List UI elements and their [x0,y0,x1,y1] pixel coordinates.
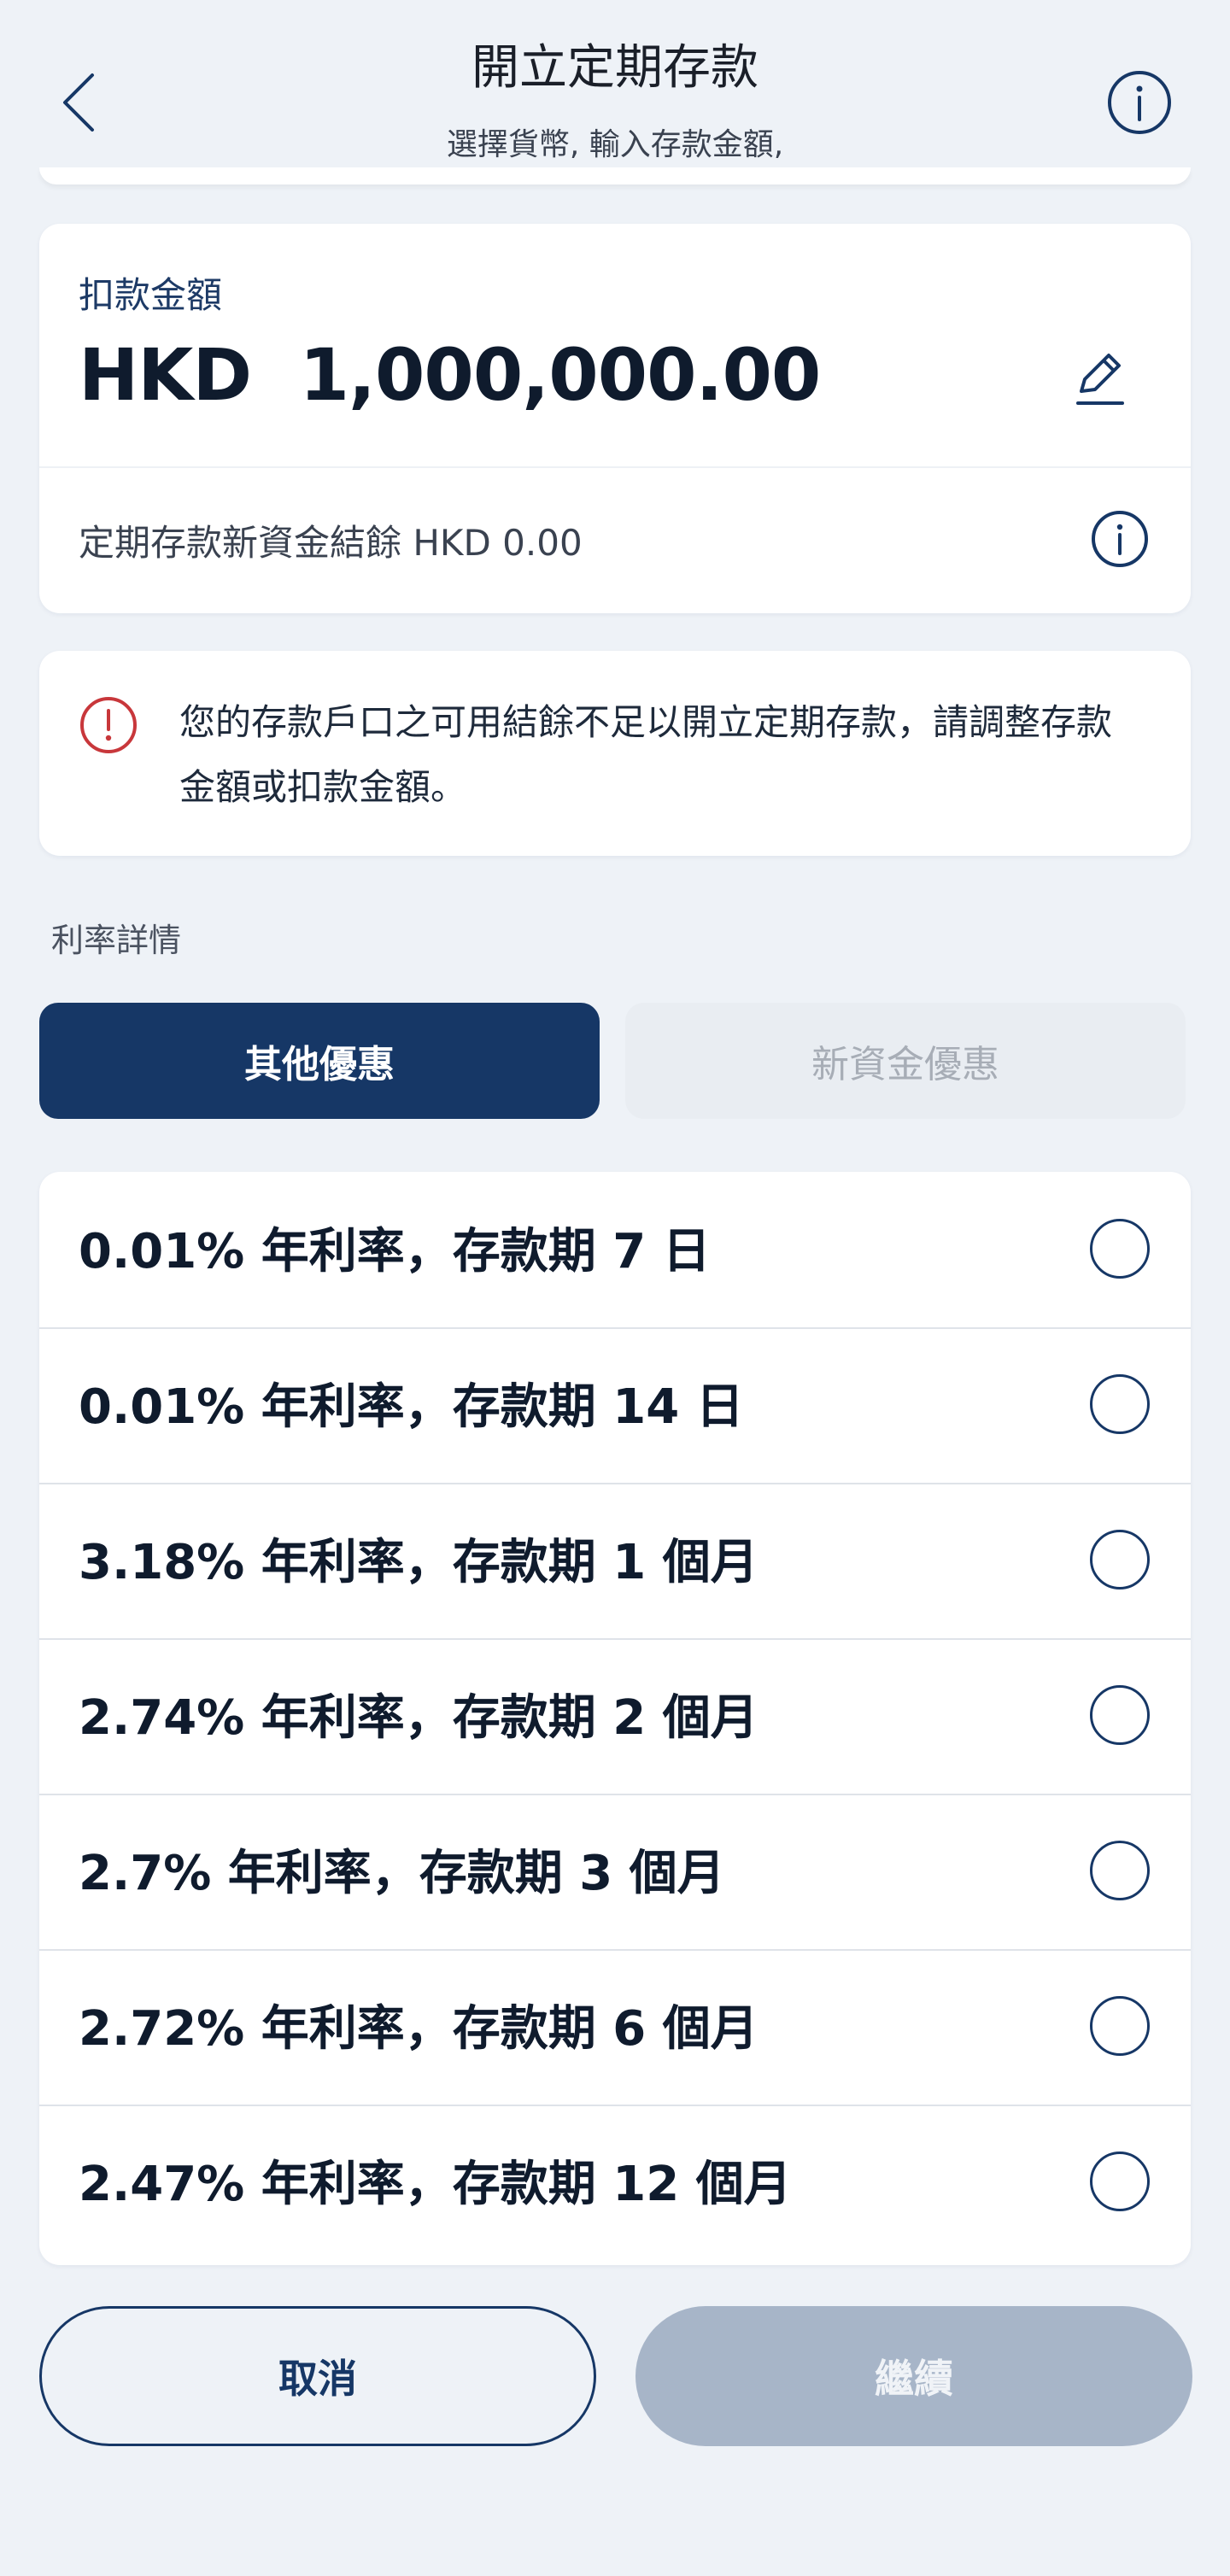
tab-other-offers[interactable]: 其他優惠 [39,1003,600,1119]
rate-option-label: 0.01% 年利率，存款期 7 日 [79,1224,711,1279]
page-subtitle: 選擇貨幣, 輸入存款金額, [446,127,784,162]
continue-button[interactable]: 繼續 [636,2306,1192,2446]
warning-circle-icon [79,695,138,755]
rate-option-label: 2.72% 年利率，存款期 6 個月 [79,2001,758,2057]
radio-button[interactable] [1090,1530,1150,1590]
rate-options-list: 0.01% 年利率，存款期 7 日 0.01% 年利率，存款期 14 日 3.1… [39,1172,1191,2265]
pencil-icon [1076,354,1124,405]
info-circle-icon [1092,511,1148,567]
rate-option-12-months[interactable]: 2.47% 年利率，存款期 12 個月 [39,2105,1191,2260]
radio-button[interactable] [1090,1374,1150,1434]
radio-button[interactable] [1090,1219,1150,1279]
rate-option-label: 0.01% 年利率，存款期 14 日 [79,1379,744,1435]
radio-button[interactable] [1090,1841,1150,1900]
warning-message: 您的存款戶口之可用結餘不足以開立定期存款，請調整存款金額或扣款金額。 [179,701,1113,808]
page-title: 開立定期存款 [472,40,758,96]
rate-option-1-month[interactable]: 3.18% 年利率，存款期 1 個月 [39,1483,1191,1640]
deduction-amount-card: 扣款金額 HKD 1,000,000.00 定期存款新資金結餘 HKD 0.00 [39,224,1191,613]
rate-option-label: 2.7% 年利率，存款期 3 個月 [79,1846,725,1901]
rate-option-label: 3.18% 年利率，存款期 1 個月 [79,1535,758,1590]
deduction-amount-label: 扣款金額 [79,274,223,316]
rate-option-6-months[interactable]: 2.72% 年利率，存款期 6 個月 [39,1949,1191,2106]
interest-rate-section-label: 利率詳情 [51,922,182,959]
radio-button[interactable] [1090,2152,1150,2211]
rate-option-label: 2.74% 年利率，存款期 2 個月 [79,1690,758,1746]
insufficient-balance-warning: 您的存款戶口之可用結餘不足以開立定期存款，請調整存款金額或扣款金額。 [39,651,1191,856]
cancel-button[interactable]: 取消 [39,2306,596,2446]
rate-option-7-days[interactable]: 0.01% 年利率，存款期 7 日 [39,1172,1191,1329]
rate-option-3-months[interactable]: 2.7% 年利率，存款期 3 個月 [39,1794,1191,1951]
edit-amount-button[interactable] [1066,343,1134,412]
deduction-amount-value: HKD 1,000,000.00 [79,333,821,417]
rate-option-14-days[interactable]: 0.01% 年利率，存款期 14 日 [39,1327,1191,1484]
card-divider [39,466,1191,468]
balance-info-button[interactable] [1090,509,1150,569]
radio-button[interactable] [1090,1996,1150,2056]
header: 開立定期存款 選擇貨幣, 輸入存款金額, [0,0,1230,179]
info-circle-icon [1108,71,1171,134]
radio-button[interactable] [1090,1685,1150,1745]
info-button[interactable] [1105,68,1174,137]
rate-option-2-months[interactable]: 2.74% 年利率，存款期 2 個月 [39,1638,1191,1795]
new-funds-balance-text: 定期存款新資金結餘 HKD 0.00 [79,522,583,564]
tab-new-funds-offers[interactable]: 新資金優惠 [625,1003,1186,1119]
rate-option-label: 2.47% 年利率，存款期 12 個月 [79,2157,792,2212]
previous-card-edge [39,167,1191,184]
